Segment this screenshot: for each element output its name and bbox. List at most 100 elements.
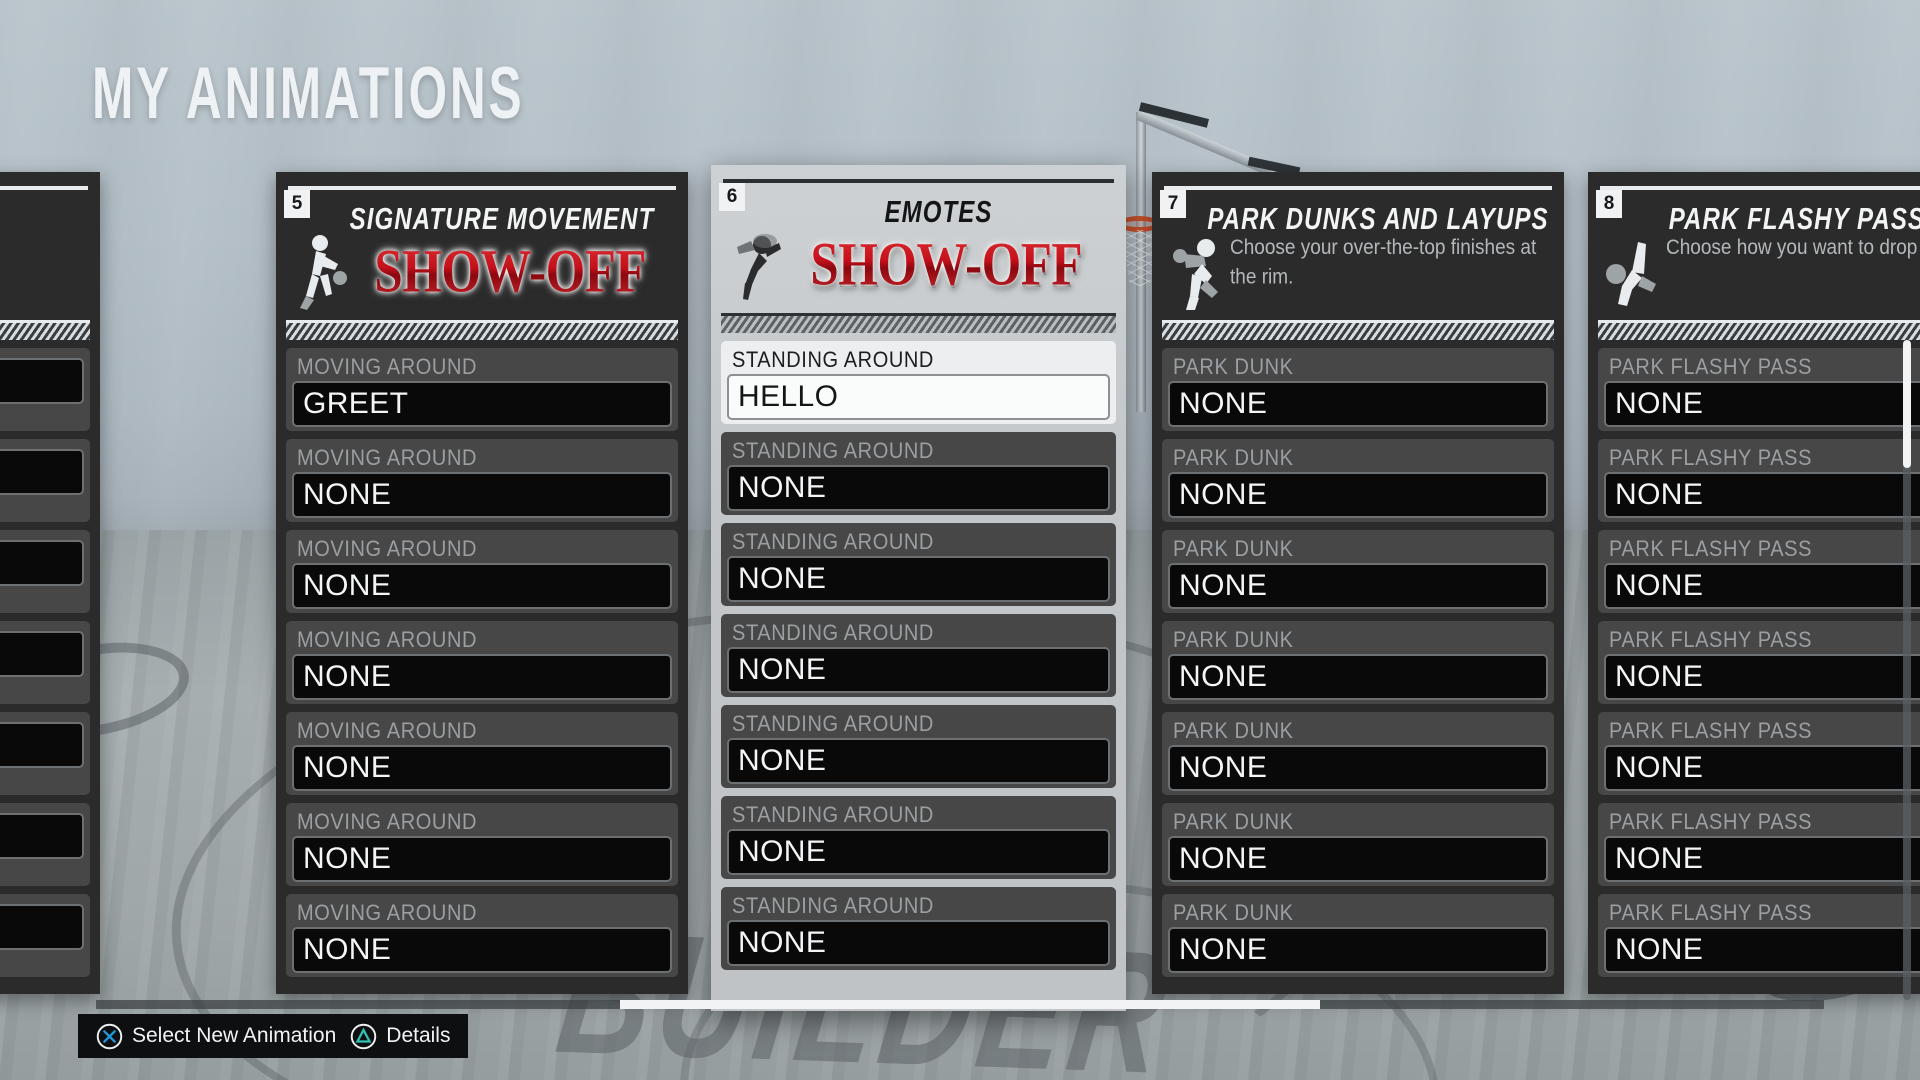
vertical-scrollbar-track[interactable] — [1903, 340, 1911, 1000]
card-hatch-divider — [1598, 320, 1920, 340]
animation-slot-value[interactable]: NONE — [1604, 745, 1920, 791]
animation-slot-row[interactable]: MOVING AROUND NONE — [286, 712, 678, 795]
animation-slot-value[interactable]: NONE — [292, 927, 672, 973]
card-top-rule — [723, 179, 1114, 183]
animation-slot-value[interactable] — [0, 813, 84, 859]
animation-slot-row[interactable] — [0, 530, 90, 613]
show-off-badge: SHOW-OFF — [342, 234, 678, 308]
animation-slot-value[interactable]: NONE — [727, 556, 1110, 602]
animation-slot-row[interactable]: STANDING AROUND NONE — [721, 523, 1116, 606]
animation-slot-label: STANDING AROUND — [732, 803, 934, 828]
animation-card-5[interactable]: 5 SIGNATURE MOVEMENT SHOW-OFF MOVING AROUN… — [276, 172, 688, 994]
animation-slot-row[interactable] — [0, 439, 90, 522]
animation-slot-row[interactable]: PARK DUNK NONE — [1162, 530, 1554, 613]
animation-slot-list: PARK DUNK NONE PARK DUNK NONE PARK DUNK NONE P… — [1162, 348, 1554, 982]
animation-slot-row[interactable] — [0, 621, 90, 704]
card-hatch-divider — [0, 320, 90, 340]
animation-slot-value[interactable]: NONE — [727, 647, 1110, 693]
animation-slot-row[interactable]: STANDING AROUND NONE — [721, 432, 1116, 515]
animation-slot-row[interactable]: PARK DUNK NONE — [1162, 348, 1554, 431]
animation-slot-value[interactable]: NONE — [1604, 654, 1920, 700]
animation-slot-label — [0, 899, 84, 905]
animation-card-7[interactable]: 7 PARK DUNKS AND LAYUPS Choose your over-… — [1152, 172, 1564, 994]
animation-slot-value[interactable] — [0, 904, 84, 950]
button-hint[interactable]: Details — [350, 1023, 450, 1050]
animation-slot-label: MOVING AROUND — [297, 446, 478, 471]
animation-slot-row[interactable]: PARK DUNK NONE — [1162, 621, 1554, 704]
animation-slot-value[interactable] — [0, 722, 84, 768]
animation-slot-row[interactable]: PARK FLASHY PASS NONE — [1598, 621, 1920, 704]
animation-slot-row[interactable] — [0, 803, 90, 886]
animation-slot-row[interactable]: MOVING AROUND NONE — [286, 803, 678, 886]
animation-slot-value[interactable]: NONE — [1604, 927, 1920, 973]
animation-slot-value[interactable]: NONE — [1168, 381, 1548, 427]
animation-slot-row[interactable]: PARK FLASHY PASS NONE — [1598, 803, 1920, 886]
animation-slot-label: PARK FLASHY PASS — [1609, 628, 1813, 653]
animation-slot-row[interactable]: S HEAR IT — [0, 348, 90, 431]
animation-slot-value[interactable]: NONE — [1604, 472, 1920, 518]
vertical-scrollbar-thumb[interactable] — [1903, 340, 1911, 468]
animation-slot-label — [0, 353, 84, 359]
animation-card-6[interactable]: 6 EMOTES SHOW-OFF STANDING AROUND HELLO STAN… — [711, 165, 1126, 1011]
animation-slot-value[interactable]: NONE — [292, 563, 672, 609]
animation-slot-value[interactable]: GREET — [292, 381, 672, 427]
animation-slot-row[interactable]: PARK DUNK NONE — [1162, 712, 1554, 795]
animation-slot-row[interactable] — [0, 894, 90, 977]
animation-slot-value[interactable]: NONE — [1168, 563, 1548, 609]
animation-slot-row[interactable]: MOVING AROUND NONE — [286, 621, 678, 704]
animation-slot-value[interactable]: NONE — [727, 829, 1110, 875]
animation-slot-value[interactable]: NONE — [292, 654, 672, 700]
animation-slot-label: PARK DUNK — [1173, 537, 1294, 562]
card-number-badge: 6 — [719, 183, 745, 211]
horizontal-scrollbar-thumb[interactable] — [620, 1000, 1320, 1009]
animation-category-strip[interactable]: 4TUALS -OFF S HEAR IT 5 SIGNATURE MOVEMENT … — [0, 0, 1920, 1080]
animation-slot-value[interactable]: NONE — [1604, 381, 1920, 427]
animation-slot-value[interactable]: NONE — [292, 836, 672, 882]
card-title: SIGNATURE MOVEMENT — [349, 202, 655, 237]
animation-slot-value[interactable]: S HEAR IT — [0, 358, 84, 404]
card-title: PARK DUNKS AND LAYUPS — [1207, 202, 1549, 237]
animation-slot-row[interactable]: PARK DUNK NONE — [1162, 803, 1554, 886]
animation-slot-value[interactable]: NONE — [1604, 836, 1920, 882]
animation-slot-row[interactable]: PARK FLASHY PASS NONE — [1598, 530, 1920, 613]
animation-slot-value[interactable]: NONE — [1168, 836, 1548, 882]
animation-slot-value[interactable]: NONE — [727, 920, 1110, 966]
animation-slot-row[interactable] — [0, 712, 90, 795]
animation-slot-label: PARK FLASHY PASS — [1609, 901, 1813, 926]
animation-slot-row[interactable]: MOVING AROUND GREET — [286, 348, 678, 431]
animation-slot-row-selected[interactable]: STANDING AROUND HELLO — [721, 341, 1116, 424]
animation-slot-row[interactable]: PARK FLASHY PASS NONE — [1598, 439, 1920, 522]
card-number-badge: 7 — [1160, 190, 1186, 218]
button-hint[interactable]: Select New Animation — [96, 1023, 336, 1050]
animation-slot-row[interactable]: STANDING AROUND NONE — [721, 705, 1116, 788]
animation-slot-row[interactable]: PARK DUNK NONE — [1162, 894, 1554, 977]
ps-cross-icon — [96, 1023, 123, 1050]
animation-slot-row[interactable]: STANDING AROUND NONE — [721, 887, 1116, 970]
game-screen: BUILDER MY ANIMATIONS 4TUALS -OFFS HEAR … — [0, 0, 1920, 1080]
animation-slot-value[interactable]: NONE — [727, 465, 1110, 511]
animation-slot-value[interactable]: NONE — [1604, 563, 1920, 609]
animation-slot-value[interactable] — [0, 540, 84, 586]
animation-slot-value[interactable]: NONE — [1168, 745, 1548, 791]
animation-slot-row[interactable]: STANDING AROUND NONE — [721, 796, 1116, 879]
animation-slot-value[interactable]: HELLO — [727, 374, 1110, 420]
animation-slot-row[interactable]: PARK FLASHY PASS NONE — [1598, 348, 1920, 431]
animation-slot-row[interactable]: MOVING AROUND NONE — [286, 439, 678, 522]
animation-slot-label — [0, 626, 84, 632]
animation-slot-row[interactable]: PARK DUNK NONE — [1162, 439, 1554, 522]
animation-slot-value[interactable]: NONE — [292, 745, 672, 791]
animation-card-8[interactable]: 8 PARK FLASHY PASSES Choose how you want … — [1588, 172, 1920, 994]
animation-slot-value[interactable]: NONE — [1168, 927, 1548, 973]
animation-slot-row[interactable]: STANDING AROUND NONE — [721, 614, 1116, 697]
animation-slot-row[interactable]: MOVING AROUND NONE — [286, 894, 678, 977]
animation-slot-value[interactable]: NONE — [1168, 654, 1548, 700]
animation-slot-row[interactable]: PARK FLASHY PASS NONE — [1598, 894, 1920, 977]
animation-slot-row[interactable]: PARK FLASHY PASS NONE — [1598, 712, 1920, 795]
animation-slot-value[interactable] — [0, 449, 84, 495]
animation-slot-value[interactable]: NONE — [292, 472, 672, 518]
animation-slot-value[interactable]: NONE — [1168, 472, 1548, 518]
animation-slot-value[interactable]: NONE — [727, 738, 1110, 784]
animation-slot-value[interactable] — [0, 631, 84, 677]
animation-slot-row[interactable]: MOVING AROUND NONE — [286, 530, 678, 613]
animation-card-4[interactable]: 4TUALS -OFF S HEAR IT — [0, 172, 100, 994]
